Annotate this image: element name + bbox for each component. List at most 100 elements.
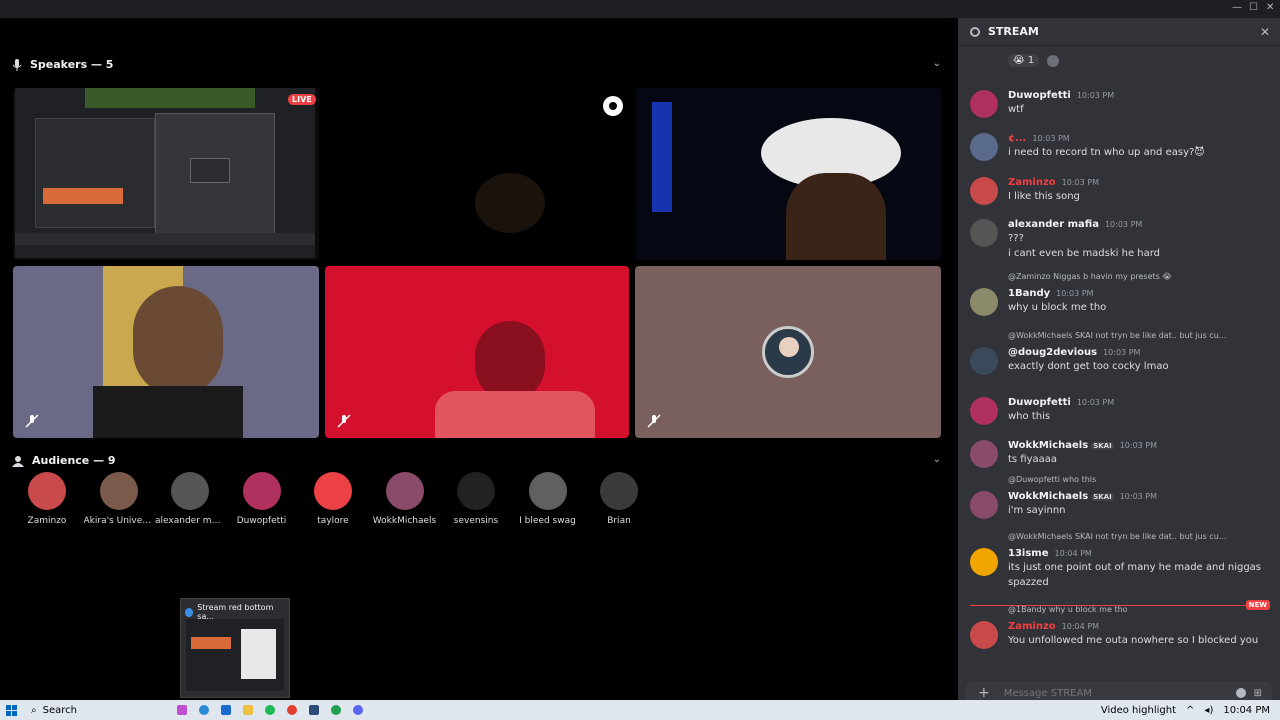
speaker-camera-tile[interactable]	[636, 88, 942, 260]
audience-member[interactable]: I bleed swag	[513, 472, 583, 526]
close-window-button[interactable]: ✕	[1266, 2, 1274, 13]
audience-member[interactable]: WokkMichaels	[370, 472, 440, 526]
username[interactable]: WokkMichaels SKAI 10:03 PM	[1008, 491, 1157, 502]
apps-icon[interactable]: ⊞	[1254, 688, 1262, 699]
audience-member-name: Akira's Univer...	[83, 516, 154, 526]
audience-member[interactable]: Duwopfetti	[227, 472, 297, 526]
username[interactable]: Zaminzo 10:04 PM	[1008, 621, 1099, 632]
reply-reference[interactable]: @WokkMichaels SKAI not tryn be like dat.…	[1008, 331, 1270, 340]
username-text: 1Bandy	[1008, 288, 1051, 299]
close-icon[interactable]: ✕	[1260, 25, 1270, 39]
reaction-pill[interactable]: 😭 1	[1008, 54, 1040, 67]
discord-icon[interactable]	[352, 705, 363, 715]
live-badge: LIVE	[288, 94, 316, 105]
reply-reference[interactable]: @Zaminzo Niggas b havin my presets 😭	[1008, 272, 1270, 281]
maximize-button[interactable]: ☐	[1249, 2, 1258, 13]
audience-member[interactable]: alexander ma...	[155, 472, 225, 526]
audience-member-name: Zaminzo	[27, 516, 67, 526]
username[interactable]: @doug2devious 10:03 PM	[1008, 347, 1140, 358]
chevron-up-icon[interactable]: ^	[1186, 705, 1194, 716]
avatar[interactable]	[970, 440, 998, 468]
spotify-icon[interactable]	[264, 705, 275, 715]
avatar[interactable]	[970, 491, 998, 519]
app-icon[interactable]	[330, 705, 341, 715]
timestamp: 10:03 PM	[1061, 178, 1099, 187]
avatar[interactable]	[970, 548, 998, 576]
edge-icon[interactable]	[198, 705, 209, 715]
taskbar-search[interactable]: Search	[43, 705, 77, 716]
reply-reference[interactable]: @1Bandy why u block me tho	[1008, 605, 1270, 614]
audience-member-name: taylore	[317, 516, 349, 526]
audience-member-name: I bleed swag	[519, 516, 576, 526]
audience-label: Audience — 9	[32, 454, 116, 467]
speakers-label: Speakers — 5	[30, 58, 114, 71]
audience-member-name: WokkMichaels	[372, 516, 437, 526]
avatar[interactable]	[970, 177, 998, 205]
screen-share-content	[15, 88, 315, 258]
timestamp: 10:03 PM	[1119, 492, 1158, 501]
audience-member[interactable]: Zaminzo	[12, 472, 82, 526]
timestamp: 10:04 PM	[1061, 622, 1099, 631]
audience-header[interactable]: Audience — 9	[12, 454, 116, 467]
speaker-camera-tile[interactable]	[13, 266, 319, 438]
avatar	[171, 472, 209, 510]
audience-member[interactable]: sevensins	[441, 472, 511, 526]
new-messages-divider	[970, 605, 1270, 606]
add-reaction-icon[interactable]	[1047, 54, 1060, 67]
reaction-emoji: 😭	[1013, 55, 1025, 66]
chevron-down-icon[interactable]: ⌄	[933, 454, 941, 465]
reply-reference[interactable]: @WokkMichaels SKAI not tryn be like dat.…	[1008, 532, 1270, 541]
avatar[interactable]	[970, 347, 998, 375]
audience-member[interactable]: Brian	[584, 472, 654, 526]
search-icon[interactable]: ⌕	[31, 705, 37, 716]
app-icon[interactable]	[220, 705, 231, 715]
username[interactable]: WokkMichaels SKAI 10:03 PM	[1008, 440, 1157, 451]
speaker-avatar-tile[interactable]	[635, 266, 941, 438]
windows-start-icon[interactable]	[6, 704, 17, 716]
reaction-row: 😭 1	[1008, 54, 1060, 67]
stream-preview-thumbnail[interactable]: Stream red bottom sa...	[180, 598, 290, 698]
chrome-icon[interactable]	[286, 705, 297, 715]
audience-member-name: Brian	[607, 516, 631, 526]
app-icon[interactable]	[308, 705, 319, 715]
audience-member[interactable]: Akira's Univer...	[84, 472, 154, 526]
speaker-camera-tile[interactable]	[325, 266, 629, 438]
volume-icon[interactable]: ◂)	[1204, 705, 1213, 716]
video-highlight[interactable]: Video highlight	[1101, 705, 1176, 716]
username[interactable]: Duwopfetti 10:03 PM	[1008, 397, 1114, 408]
folder-icon[interactable]	[242, 705, 253, 715]
timestamp: 10:03 PM	[1119, 441, 1158, 450]
speaker-camera-tile[interactable]	[325, 88, 631, 260]
emoji-icon[interactable]	[1235, 688, 1246, 698]
avatar	[762, 326, 814, 378]
chevron-down-icon[interactable]: ⌄	[933, 58, 941, 69]
screen-share-tile[interactable]: LIVE	[13, 88, 319, 260]
username[interactable]: Zaminzo 10:03 PM	[1008, 177, 1099, 188]
clock[interactable]: 10:04 PM	[1223, 705, 1270, 716]
audience-member-name: sevensins	[453, 516, 499, 526]
username[interactable]: alexander mafia 10:03 PM	[1008, 219, 1142, 230]
audience-member[interactable]: taylore	[298, 472, 368, 526]
username[interactable]: 13isme 10:04 PM	[1008, 548, 1092, 559]
timestamp: 10:03 PM	[1076, 398, 1115, 407]
username[interactable]: ¢... 10:03 PM	[1008, 133, 1070, 144]
minimize-button[interactable]: —	[1232, 2, 1242, 13]
avatar[interactable]	[970, 397, 998, 425]
app-icon[interactable]	[176, 705, 187, 715]
avatar	[28, 472, 66, 510]
avatar[interactable]	[970, 90, 998, 118]
avatar[interactable]	[970, 288, 998, 316]
reply-reference[interactable]: @Duwopfetti who this	[1008, 475, 1270, 484]
avatar[interactable]	[970, 621, 998, 649]
message-text: who this	[1008, 411, 1051, 422]
username[interactable]: 1Bandy 10:03 PM	[1008, 288, 1093, 299]
avatar[interactable]	[970, 219, 998, 247]
avatar[interactable]	[970, 133, 998, 161]
username-text: WokkMichaels	[1008, 491, 1089, 502]
settings-badge-icon[interactable]	[603, 96, 623, 116]
message-input[interactable]	[1003, 687, 1204, 699]
username[interactable]: Duwopfetti 10:03 PM	[1008, 90, 1114, 101]
avatar	[457, 472, 495, 510]
plus-icon[interactable]: +	[978, 685, 990, 701]
speakers-header[interactable]: Speakers — 5	[12, 58, 113, 71]
